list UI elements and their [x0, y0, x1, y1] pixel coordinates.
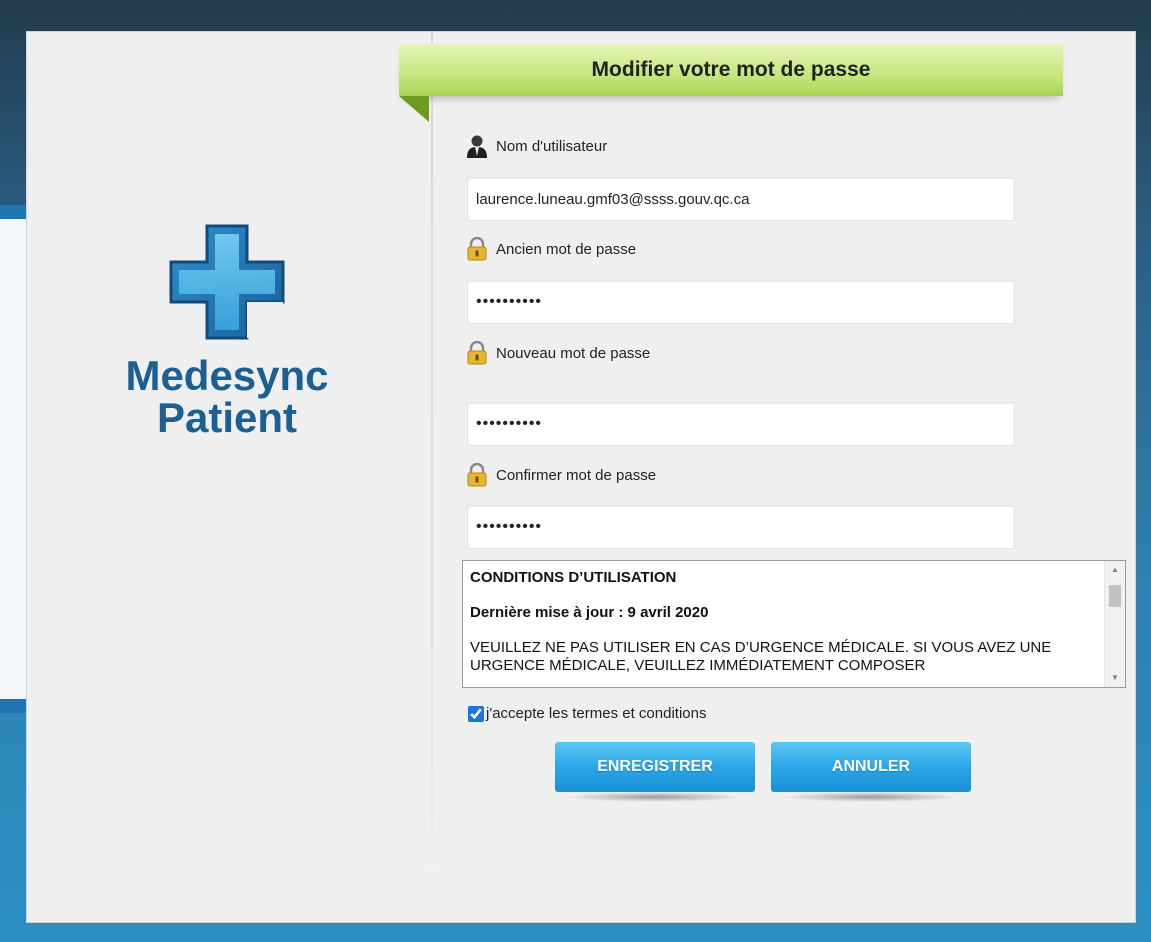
cancel-button-shadow	[781, 792, 961, 802]
new-password-input[interactable]	[467, 402, 1015, 446]
terms-scrollbar[interactable]: ▲ ▼	[1104, 561, 1125, 687]
confirm-password-input[interactable]	[467, 505, 1015, 549]
accept-terms[interactable]: j'accepte les termes et conditions	[468, 705, 706, 722]
username-input[interactable]	[467, 177, 1015, 221]
lock-icon	[467, 237, 487, 261]
cancel-button[interactable]: ANNULER	[771, 742, 971, 792]
page-title: Modifier votre mot de passe	[591, 58, 871, 81]
save-button-shadow	[565, 792, 745, 802]
accept-terms-label: j'accepte les termes et conditions	[486, 705, 707, 722]
username-label-text: Nom d'utilisateur	[496, 137, 608, 155]
brand-name: Medesync Patient	[87, 355, 367, 439]
background-page-strip	[0, 205, 28, 713]
old-password-label-text: Ancien mot de passe	[496, 240, 637, 258]
terms-body: VEUILLEZ NE PAS UTILISER EN CAS D’URGENC…	[470, 639, 1052, 674]
confirm-password-label-text: Confirmer mot de passe	[496, 466, 657, 484]
confirm-password-label: Confirmer mot de passe	[466, 463, 656, 487]
lock-icon	[467, 463, 487, 487]
brand-line-2: Patient	[156, 394, 298, 441]
medical-cross-logo	[169, 224, 285, 340]
panel-divider	[431, 32, 433, 902]
username-label: Nom d'utilisateur	[466, 134, 607, 158]
new-password-label: Nouveau mot de passe	[466, 341, 650, 365]
lock-icon	[467, 341, 487, 365]
terms-scrollbox[interactable]: CONDITIONS D’UTILISATION Dernière mise à…	[462, 560, 1126, 688]
user-icon	[467, 135, 487, 158]
change-password-dialog: Medesync Patient Modifier votre mot de p…	[26, 31, 1136, 923]
new-password-label-text: Nouveau mot de passe	[496, 344, 651, 362]
terms-updated: Dernière mise à jour : 9 avril 2020	[470, 604, 709, 621]
scroll-up-icon[interactable]: ▲	[1105, 561, 1125, 579]
scroll-down-icon[interactable]: ▼	[1105, 669, 1125, 687]
old-password-label: Ancien mot de passe	[466, 237, 636, 261]
brand-line-1: Medesync	[125, 352, 329, 399]
scroll-thumb[interactable]	[1109, 585, 1121, 607]
save-button[interactable]: ENREGISTRER	[555, 742, 755, 792]
old-password-input[interactable]	[467, 280, 1015, 324]
ribbon-fold	[399, 96, 429, 122]
accept-terms-checkbox[interactable]	[468, 705, 484, 722]
terms-content: CONDITIONS D’UTILISATION Dernière mise à…	[470, 561, 1090, 675]
header-ribbon: Modifier votre mot de passe	[399, 44, 1063, 96]
terms-heading: CONDITIONS D’UTILISATION	[470, 569, 677, 586]
